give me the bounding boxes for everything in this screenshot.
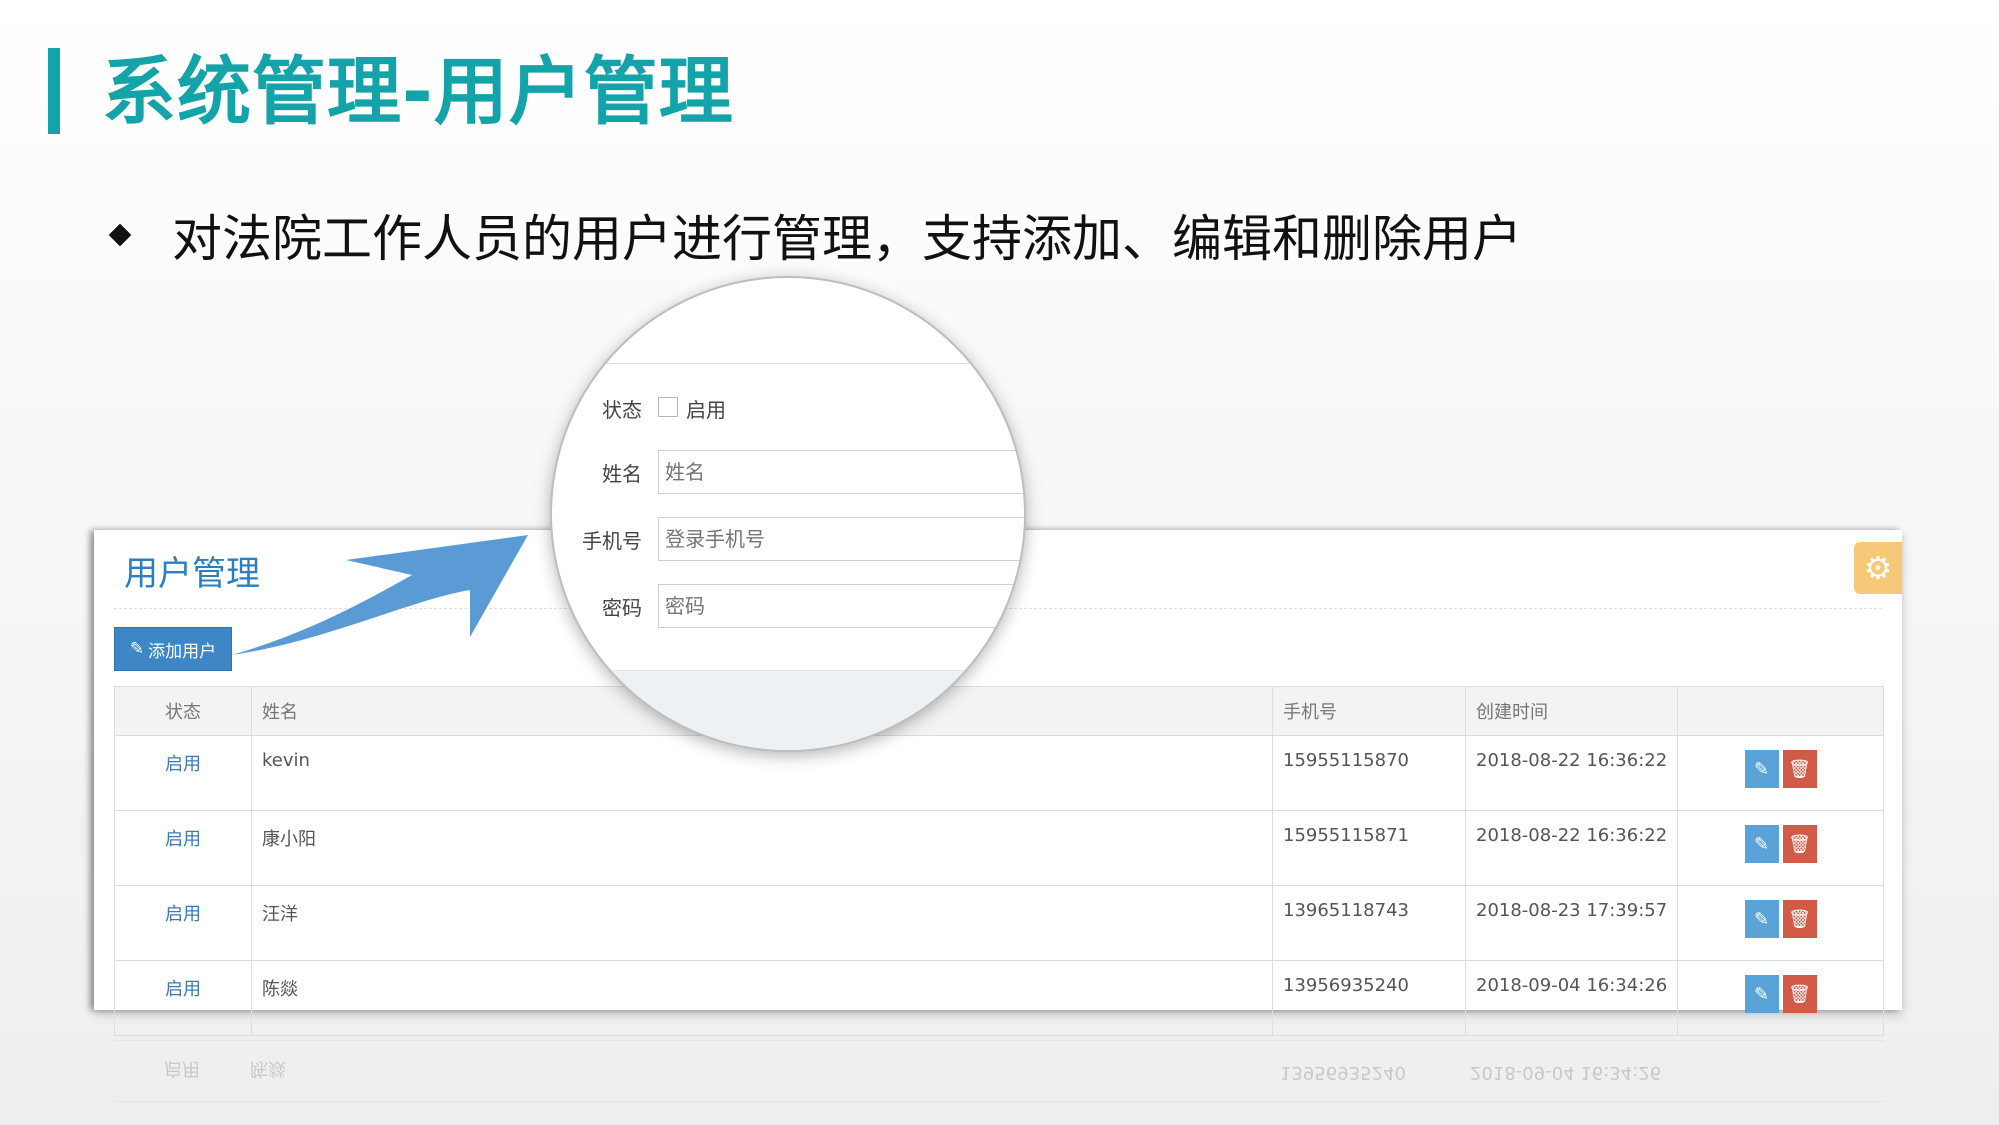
reflection-created: 2018-09-04 16:34:26 [1470,1062,1662,1083]
pencil-icon: ✎ [1754,833,1770,855]
cell-status: 启用 [114,885,252,961]
delete-button[interactable]: 🗑 [1782,825,1817,863]
cell-status: 启用 [114,735,252,811]
cell-created: 2018-08-23 17:39:57 [1464,885,1679,961]
pencil-icon: ✎ [1754,758,1770,780]
trash-icon: 🗑 [1788,758,1811,780]
cell-status: 启用 [114,810,252,886]
bullet-diamond-icon [108,223,132,247]
title-accent-bar [48,48,60,134]
reflection-status: 启用 [164,1058,200,1079]
header-actions [1677,686,1884,736]
header-phone: 手机号 [1272,686,1466,736]
password-input[interactable] [658,584,1024,628]
panel-title: 用户管理 [124,554,260,594]
edit-button[interactable]: ✎ [1744,975,1779,1013]
status-checkbox[interactable] [658,397,678,417]
row-actions: ✎ 🗑 [1688,750,1873,788]
cell-phone: 15955115871 [1272,810,1466,886]
cell-actions: ✎ 🗑 [1677,810,1884,886]
table-row: 启用 康小阳 15955115871 2018-08-22 16:36:22 ✎… [114,810,1884,886]
form-magnifier: 状态 启用 姓名 手机号 密码 [552,278,1024,750]
cell-actions: ✎ 🗑 [1677,885,1884,961]
reflection-phone: 13956935240 [1280,1062,1406,1083]
form-footer [552,670,1024,750]
row-actions: ✎ 🗑 [1688,825,1873,863]
cell-actions: ✎ 🗑 [1677,735,1884,811]
trash-icon: 🗑 [1788,908,1811,930]
header-status: 状态 [114,686,252,736]
status-label: 状态 [602,398,642,422]
settings-button[interactable]: ⚙ [1854,542,1902,594]
edit-button[interactable]: ✎ [1744,750,1779,788]
form-divider [552,363,1024,364]
cell-phone: 15955115870 [1272,735,1466,811]
header-created: 创建时间 [1464,686,1679,736]
bullet-row: 对法院工作人员的用户进行管理，支持添加、编辑和删除用户 [108,200,1522,270]
row-actions: ✎ 🗑 [1688,900,1873,938]
cell-created: 2018-08-22 16:36:22 [1464,810,1679,886]
trash-icon: 🗑 [1788,983,1811,1005]
pencil-icon: ✎ [1754,908,1770,930]
reflection-row: 启用 陈燚 13956935240 2018-09-04 16:34:26 [114,1040,1884,1102]
edit-button[interactable]: ✎ [1744,900,1779,938]
table-row: 启用 汪洋 13965118743 2018-08-23 17:39:57 ✎ … [114,885,1884,961]
reflection-name: 陈燚 [250,1058,286,1079]
panel-reflection: 启用 陈燚 13956935240 2018-09-04 16:34:26 [94,1020,1902,1125]
gear-icon: ⚙ [1863,549,1893,587]
pencil-icon: ✎ [1754,983,1770,1005]
password-label: 密码 [602,596,642,620]
add-user-button[interactable]: ✎ 添加用户 [114,627,232,671]
phone-label: 手机号 [582,529,642,553]
edit-icon: ✎ [129,639,145,659]
delete-button[interactable]: 🗑 [1782,900,1817,938]
cell-created: 2018-08-22 16:36:22 [1464,735,1679,811]
row-actions: ✎ 🗑 [1688,975,1873,1013]
name-label: 姓名 [602,462,642,486]
cell-name: 康小阳 [251,810,1273,886]
trash-icon: 🗑 [1788,833,1811,855]
add-user-label: 添加用户 [148,641,217,662]
name-input[interactable] [658,450,1024,494]
edit-button[interactable]: ✎ [1744,825,1779,863]
slide-title: 系统管理-用户管理 [102,49,734,135]
status-checkbox-label: 启用 [686,398,726,422]
cell-name: 汪洋 [251,885,1273,961]
delete-button[interactable]: 🗑 [1782,750,1817,788]
phone-input[interactable] [658,517,1024,561]
cell-phone: 13965118743 [1272,885,1466,961]
delete-button[interactable]: 🗑 [1782,975,1817,1013]
bullet-text: 对法院工作人员的用户进行管理，支持添加、编辑和删除用户 [172,210,1522,268]
